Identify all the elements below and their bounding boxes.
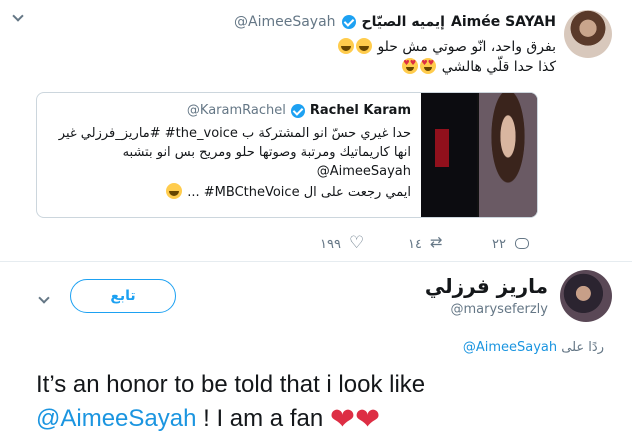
heart-icon[interactable] [349, 233, 365, 253]
chevron-down-icon[interactable] [10, 10, 26, 26]
rofl-emoji-icon [355, 38, 372, 54]
quoted-tweet[interactable]: @KaramRachel Rachel Karam حدا غيري حسّ ا… [36, 92, 538, 218]
verified-badge-icon [341, 15, 356, 29]
reply-text-part: ! I am a fan [196, 405, 330, 432]
replying-to-label: ردًا على [561, 340, 604, 355]
heart-eyes-emoji-icon [420, 58, 437, 74]
tweet-text: بفرق واحد، انّو صوتي مش حلو [377, 39, 556, 55]
like-action[interactable]: ١٩٩ [320, 233, 365, 253]
heart-eyes-emoji-icon [402, 58, 419, 74]
retweet-action[interactable]: ١٤ [408, 233, 446, 252]
author-name: Aimée SAYAH [450, 14, 556, 30]
reply-count: ٢٢ [492, 236, 506, 252]
quoted-text: ايمي رجعت على ال MBCtheVoice# ... [187, 185, 411, 200]
replying-to: @AimeeSayah ردًا على [463, 340, 604, 355]
chevron-down-icon[interactable] [36, 292, 52, 308]
reply-text-part: It’s an honor to be told that i look lik… [36, 371, 426, 398]
quoted-media-image[interactable] [421, 93, 537, 217]
tweet-author[interactable]: @AimeeSayah إيميه الصيّاح Aimée SAYAH [234, 14, 556, 30]
tweet-actions: ١٩٩ ١٤ ٢٢ [320, 233, 550, 254]
reply-tweet-text: It’s an honor to be told that i look lik… [36, 368, 616, 434]
quoted-text-line: ايمي رجعت على ال MBCtheVoice# ... [165, 183, 411, 200]
reply-mention[interactable]: @AimeeSayah [36, 405, 196, 432]
replying-to-mention[interactable]: @AimeeSayah [463, 340, 557, 355]
heart-emoji-icon: ❤ [355, 403, 381, 434]
quoted-author: @KaramRachel Rachel Karam [187, 103, 411, 118]
tweet-text-line: بفرق واحد، انّو صوتي مش حلو [337, 38, 556, 55]
author-name-arabic: إيميه الصيّاح [361, 14, 445, 30]
follow-button[interactable]: تابع [70, 279, 176, 313]
author-handle: @AimeeSayah [234, 14, 336, 30]
avatar[interactable] [564, 10, 612, 58]
tweet-text: كذا حدا قلّي هالشي [441, 59, 556, 75]
reply-author-handle[interactable]: @maryseferzly [451, 302, 549, 317]
reply-action[interactable]: ٢٢ [492, 236, 530, 252]
retweet-count: ١٤ [408, 236, 422, 252]
quoted-text-line: حدا غيري حسّ انو المشتركة ب the_voice# #… [58, 126, 411, 141]
retweet-icon[interactable] [430, 233, 446, 252]
quoted-handle: @KaramRachel [186, 103, 286, 118]
reply-author-name[interactable]: ماريز فرزلي [425, 274, 548, 298]
avatar[interactable] [560, 270, 612, 322]
like-count: ١٩٩ [320, 236, 341, 252]
rofl-emoji-icon [166, 183, 183, 199]
rofl-emoji-icon [337, 38, 354, 54]
tweet-text-line: كذا حدا قلّي هالشي [401, 58, 556, 75]
heart-emoji-icon: ❤ [329, 403, 355, 434]
reply-icon[interactable] [514, 236, 530, 252]
verified-badge-icon [290, 103, 305, 118]
quoted-mention: @AimeeSayah [316, 164, 411, 179]
quoted-name: Rachel Karam [309, 103, 411, 118]
quoted-text-line: انها كاريماتيك ومرتبة وصوتها حلو ومريح ب… [122, 145, 411, 160]
